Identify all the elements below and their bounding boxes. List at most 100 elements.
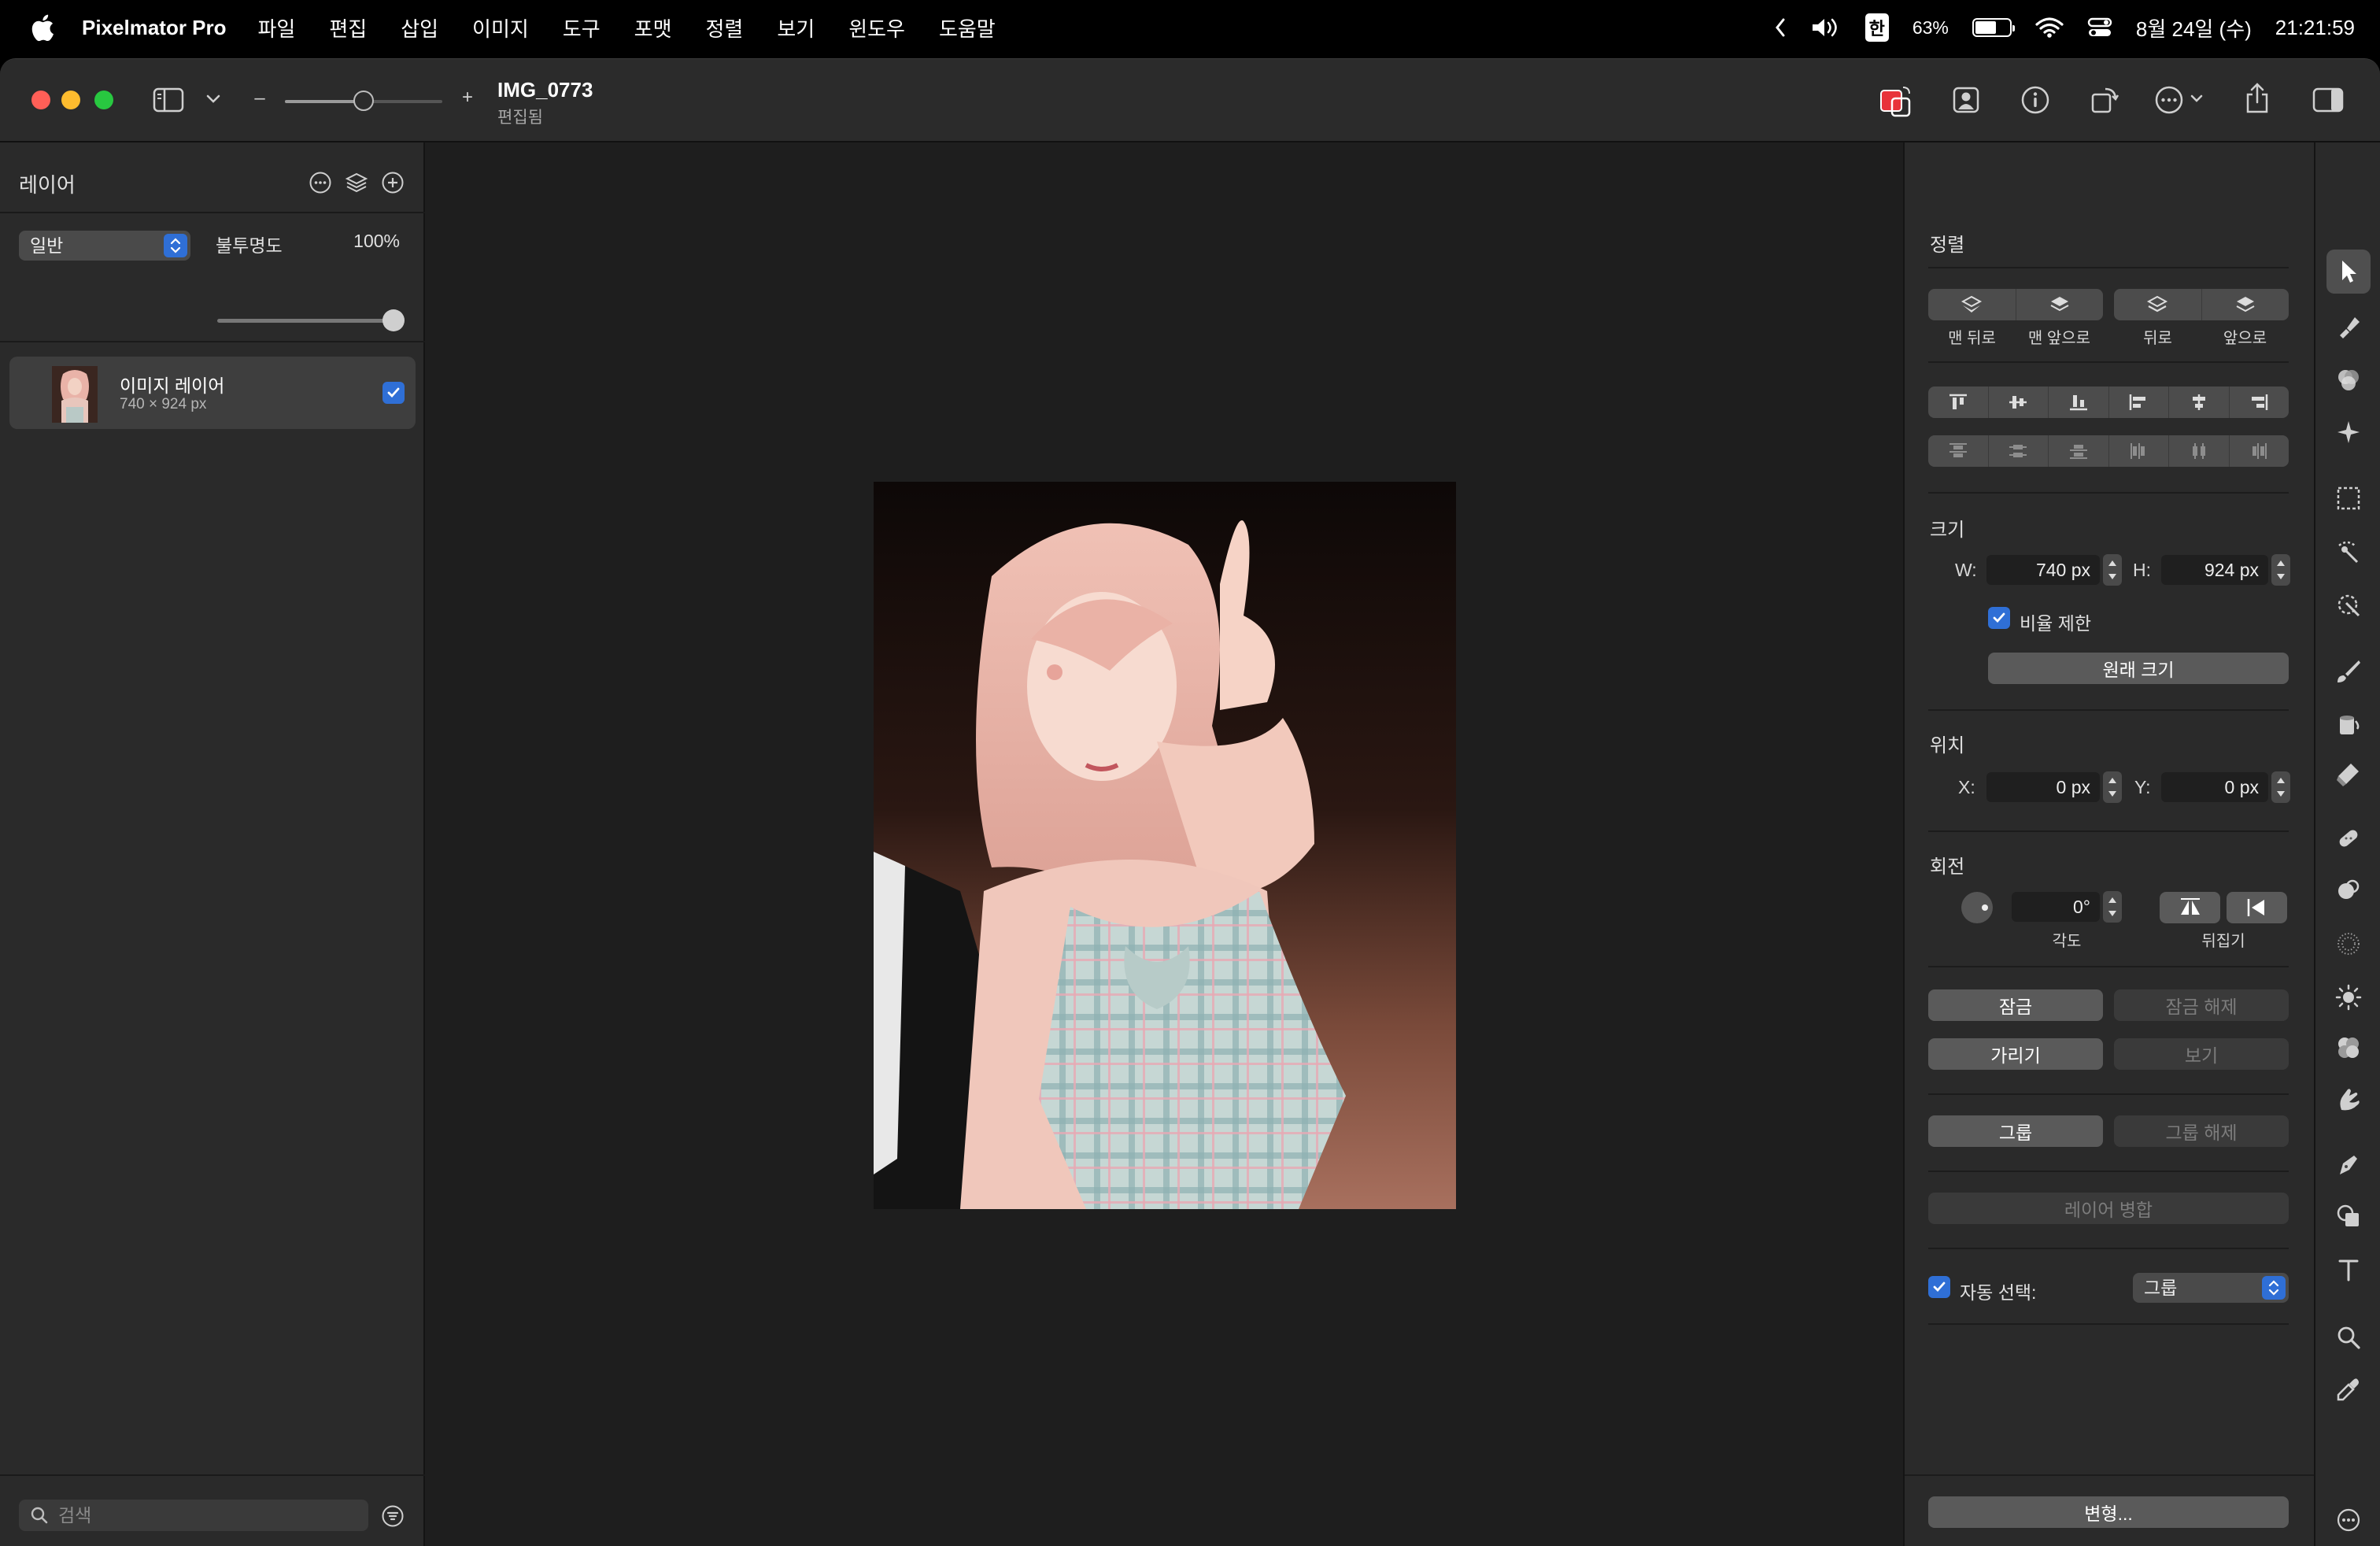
- layer-stack-icon[interactable]: [345, 171, 368, 194]
- pen-icon[interactable]: [2326, 1142, 2371, 1186]
- volume-icon[interactable]: [1810, 16, 1842, 39]
- erase-icon[interactable]: [2326, 752, 2371, 796]
- menu-format[interactable]: 포맷: [634, 13, 672, 43]
- zoom-window-button[interactable]: [94, 91, 113, 109]
- angle-field[interactable]: 0°: [2012, 892, 2100, 922]
- more-tools-icon[interactable]: [2326, 1498, 2371, 1542]
- menubar-time[interactable]: 21:21:59: [2275, 16, 2355, 40]
- paint-icon[interactable]: [2326, 649, 2371, 693]
- add-layer-icon[interactable]: [381, 171, 405, 194]
- search-input[interactable]: [58, 1500, 357, 1531]
- flip-horizontal-button[interactable]: [2160, 892, 2220, 923]
- retouch-icon[interactable]: [2326, 816, 2371, 860]
- zoom-out-button[interactable]: –: [253, 87, 266, 109]
- color-replace-icon[interactable]: [2326, 1026, 2371, 1070]
- layer-options-icon[interactable]: [309, 171, 332, 194]
- shape-icon[interactable]: [2326, 1194, 2371, 1238]
- battery-icon[interactable]: [1972, 18, 2015, 37]
- filter-icon[interactable]: [381, 1504, 405, 1528]
- layer-visibility-checkbox[interactable]: [382, 382, 405, 404]
- original-size-button[interactable]: 원래 크기: [1988, 653, 2289, 684]
- show-button[interactable]: 보기: [2114, 1038, 2289, 1070]
- canvas-area[interactable]: [427, 142, 1903, 1546]
- rect-select-icon[interactable]: [2326, 476, 2371, 520]
- chevron-left-icon[interactable]: [1774, 17, 1787, 38]
- bring-forward-button[interactable]: [2202, 289, 2289, 320]
- menu-window[interactable]: 윈도우: [848, 13, 905, 43]
- align-middle-button[interactable]: [1989, 386, 2049, 418]
- color-adjust-icon[interactable]: [2326, 358, 2371, 402]
- distribute-right-button[interactable]: [2230, 435, 2289, 467]
- eyedropper-icon[interactable]: [2326, 1367, 2371, 1411]
- smudge-icon[interactable]: [2326, 1078, 2371, 1122]
- sidebar-toggle-icon[interactable]: [153, 86, 184, 114]
- lock-button[interactable]: 잠금: [1928, 989, 2103, 1021]
- auto-select-dropdown[interactable]: 그룹: [2133, 1273, 2289, 1303]
- hide-button[interactable]: 가리기: [1928, 1038, 2103, 1070]
- layer-row[interactable]: 이미지 레이어 740 × 924 px: [9, 357, 416, 429]
- layer-name[interactable]: 이미지 레이어: [120, 371, 224, 398]
- quick-select-icon[interactable]: [2326, 530, 2371, 574]
- fill-icon[interactable]: [2326, 701, 2371, 745]
- portrait-icon[interactable]: [1950, 84, 1982, 116]
- width-stepper[interactable]: [2103, 554, 2122, 586]
- inspector-toggle-icon[interactable]: [2312, 86, 2344, 114]
- more-options-icon[interactable]: [2153, 84, 2185, 116]
- layer-search-box[interactable]: [19, 1500, 368, 1531]
- merge-layers-button[interactable]: 레이어 병합: [1928, 1193, 2289, 1224]
- y-stepper[interactable]: [2271, 771, 2290, 803]
- align-left-button[interactable]: [2109, 386, 2169, 418]
- distribute-middle-button[interactable]: [1989, 435, 2049, 467]
- zoom-in-button[interactable]: +: [460, 87, 475, 108]
- warp-icon[interactable]: [2326, 868, 2371, 912]
- unlock-button[interactable]: 잠금 해제: [2114, 989, 2289, 1021]
- chevron-down-icon[interactable]: [2190, 92, 2204, 106]
- menu-tools[interactable]: 도구: [563, 13, 601, 43]
- document-image[interactable]: [874, 482, 1456, 1209]
- control-center-icon[interactable]: [2087, 17, 2112, 39]
- zoom-icon[interactable]: [2326, 1315, 2371, 1359]
- menu-image[interactable]: 이미지: [472, 13, 529, 43]
- info-icon[interactable]: [2020, 84, 2051, 116]
- lighten-icon[interactable]: [2326, 975, 2371, 1019]
- send-backward-button[interactable]: [2114, 289, 2202, 320]
- auto-select-checkbox[interactable]: [1928, 1276, 1950, 1298]
- height-stepper[interactable]: [2271, 554, 2290, 586]
- transform-button[interactable]: 변형...: [1928, 1496, 2289, 1528]
- menu-app-name[interactable]: Pixelmator Pro: [82, 16, 227, 40]
- crop-rotate-icon[interactable]: [2089, 84, 2120, 116]
- menu-view[interactable]: 보기: [777, 13, 815, 43]
- apple-logo-icon[interactable]: [28, 12, 55, 43]
- angle-stepper[interactable]: [2103, 891, 2122, 923]
- distribute-bottom-button[interactable]: [2049, 435, 2109, 467]
- menu-insert[interactable]: 삽입: [401, 13, 438, 43]
- effects-icon[interactable]: [2326, 410, 2371, 454]
- y-position-field[interactable]: 0 px: [2161, 772, 2268, 802]
- opacity-slider[interactable]: [217, 319, 398, 323]
- share-icon[interactable]: [2243, 81, 2271, 116]
- send-to-back-button[interactable]: [1928, 289, 2016, 320]
- arrange-tool-icon[interactable]: [2326, 250, 2371, 294]
- x-position-field[interactable]: 0 px: [1986, 772, 2100, 802]
- width-field[interactable]: 740 px: [1986, 555, 2100, 585]
- align-top-button[interactable]: [1928, 386, 1989, 418]
- color-picker-icon[interactable]: [1878, 83, 1916, 119]
- opacity-slider-knob[interactable]: [382, 309, 405, 331]
- menu-help[interactable]: 도움말: [939, 13, 996, 43]
- zoom-slider-knob[interactable]: [353, 91, 374, 111]
- menu-arrange[interactable]: 정렬: [706, 13, 744, 43]
- align-right-button[interactable]: [2230, 386, 2289, 418]
- minimize-window-button[interactable]: [61, 91, 80, 109]
- menubar-date[interactable]: 8월 24일 (수): [2136, 13, 2252, 43]
- distribute-left-button[interactable]: [2109, 435, 2169, 467]
- rotation-dial[interactable]: [1961, 892, 1993, 923]
- align-bottom-button[interactable]: [2049, 386, 2109, 418]
- style-tool-icon[interactable]: [2326, 305, 2371, 349]
- chevron-down-icon[interactable]: [205, 91, 222, 108]
- distribute-center-button[interactable]: [2169, 435, 2230, 467]
- flip-vertical-button[interactable]: [2227, 892, 2287, 923]
- blend-mode-select[interactable]: 일반: [19, 231, 190, 261]
- align-center-button[interactable]: [2169, 386, 2230, 418]
- ungroup-button[interactable]: 그룹 해제: [2114, 1115, 2289, 1147]
- distribute-top-button[interactable]: [1928, 435, 1989, 467]
